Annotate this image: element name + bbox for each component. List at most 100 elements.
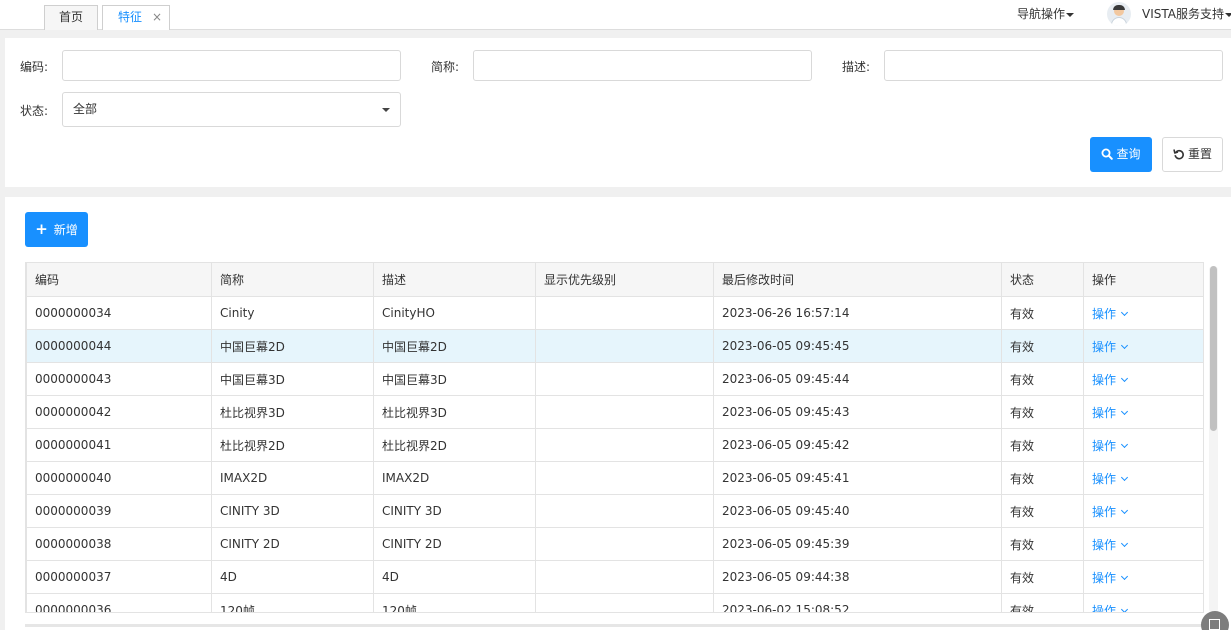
cell-modified: 2023-06-26 16:57:14 bbox=[713, 296, 1002, 330]
add-button[interactable]: + 新增 bbox=[25, 212, 88, 247]
desc-input[interactable] bbox=[884, 50, 1223, 81]
cell-desc: CinityHO bbox=[373, 296, 536, 330]
cell-desc: 120帧 bbox=[373, 593, 536, 612]
chevron-down-icon bbox=[1120, 473, 1129, 481]
row-actions-dropdown[interactable]: 操作 bbox=[1092, 307, 1129, 321]
row-actions-label: 操作 bbox=[1092, 405, 1117, 420]
query-button[interactable]: 查询 bbox=[1090, 137, 1152, 172]
row-actions-dropdown[interactable]: 操作 bbox=[1092, 373, 1129, 387]
row-actions-dropdown[interactable]: 操作 bbox=[1092, 340, 1129, 354]
cell-modified: 2023-06-05 09:45:40 bbox=[713, 494, 1002, 528]
cell-status: 有效 bbox=[1001, 329, 1084, 363]
vertical-scrollbar[interactable] bbox=[1209, 266, 1218, 613]
cell-status: 有效 bbox=[1001, 395, 1084, 429]
cell-actions: 操作 bbox=[1083, 527, 1203, 561]
column-header-modified[interactable]: 最后修改时间 bbox=[713, 262, 1002, 297]
table-row[interactable]: 0000000038 CINITY 2D CINITY 2D 2023-06-0… bbox=[26, 527, 1203, 561]
close-icon[interactable]: × bbox=[152, 6, 162, 29]
cell-priority bbox=[535, 461, 714, 495]
status-label: 状态: bbox=[20, 104, 49, 118]
row-actions-label: 操作 bbox=[1092, 537, 1117, 552]
cell-priority bbox=[535, 362, 714, 396]
cell-name: Cinity bbox=[211, 296, 374, 330]
add-button-label: 新增 bbox=[53, 223, 78, 237]
scrollbar-thumb[interactable] bbox=[1210, 266, 1217, 431]
table-row[interactable]: 0000000034 Cinity CinityHO 2023-06-26 16… bbox=[26, 296, 1203, 330]
cell-actions: 操作 bbox=[1083, 593, 1203, 612]
cell-code: 0000000043 bbox=[26, 362, 212, 396]
reset-button[interactable]: 重置 bbox=[1162, 137, 1223, 172]
row-actions-dropdown[interactable]: 操作 bbox=[1092, 570, 1129, 585]
cell-priority bbox=[535, 527, 714, 561]
row-actions-dropdown[interactable]: 操作 bbox=[1092, 471, 1129, 486]
name-input[interactable] bbox=[473, 50, 812, 81]
table-row[interactable]: 0000000040 IMAX2D IMAX2D 2023-06-05 09:4… bbox=[26, 461, 1203, 495]
row-actions-label: 操作 bbox=[1092, 570, 1117, 585]
horizontal-scrollbar[interactable] bbox=[25, 624, 1204, 627]
cell-priority bbox=[535, 593, 714, 612]
cell-priority bbox=[535, 428, 714, 462]
column-header-status[interactable]: 状态 bbox=[1001, 262, 1084, 297]
status-select[interactable]: 全部 bbox=[62, 92, 401, 127]
row-actions-label: 操作 bbox=[1092, 504, 1117, 519]
row-actions-label: 操作 bbox=[1092, 471, 1117, 486]
chevron-down-icon bbox=[1120, 341, 1129, 349]
row-actions-dropdown[interactable]: 操作 bbox=[1092, 504, 1129, 519]
cell-modified: 2023-06-05 09:45:41 bbox=[713, 461, 1002, 495]
cell-desc: CINITY 2D bbox=[373, 527, 536, 561]
chevron-down-icon bbox=[1120, 308, 1129, 316]
table-row[interactable]: 0000000041 杜比视界2D 杜比视界2D 2023-06-05 09:4… bbox=[26, 428, 1203, 462]
cell-actions: 操作 bbox=[1083, 494, 1203, 528]
cell-name: 4D bbox=[211, 560, 374, 594]
cell-status: 有效 bbox=[1001, 296, 1084, 330]
cell-code: 0000000044 bbox=[26, 329, 212, 363]
column-header-desc[interactable]: 描述 bbox=[373, 262, 536, 297]
tab-home[interactable]: 首页 bbox=[44, 5, 98, 30]
avatar[interactable] bbox=[1107, 2, 1131, 26]
code-input[interactable] bbox=[62, 50, 401, 81]
cell-desc: CINITY 3D bbox=[373, 494, 536, 528]
cell-code: 0000000036 bbox=[26, 593, 212, 612]
cell-modified: 2023-06-05 09:45:44 bbox=[713, 362, 1002, 396]
column-header-priority[interactable]: 显示优先级别 bbox=[535, 262, 714, 297]
cell-desc: 中国巨幕2D bbox=[373, 329, 536, 363]
cell-name: 杜比视界3D bbox=[211, 395, 374, 429]
cell-desc: IMAX2D bbox=[373, 461, 536, 495]
chevron-down-icon bbox=[1120, 605, 1129, 612]
row-actions-dropdown[interactable]: 操作 bbox=[1092, 604, 1129, 612]
cell-desc: 杜比视界2D bbox=[373, 428, 536, 462]
tab-home-label: 首页 bbox=[58, 10, 83, 24]
cell-actions: 操作 bbox=[1083, 461, 1203, 495]
cell-priority bbox=[535, 395, 714, 429]
top-bar: 首页 特征 × 导航操作 VISTA服务支持 bbox=[0, 0, 1231, 30]
nav-operations-menu[interactable]: 导航操作 bbox=[1017, 5, 1075, 22]
reset-button-label: 重置 bbox=[1187, 147, 1212, 161]
row-actions-dropdown[interactable]: 操作 bbox=[1092, 537, 1129, 552]
user-menu[interactable]: VISTA服务支持 bbox=[1142, 5, 1231, 22]
table-row[interactable]: 0000000042 杜比视界3D 杜比视界3D 2023-06-05 09:4… bbox=[26, 395, 1203, 429]
column-header-code[interactable]: 编码 bbox=[26, 262, 212, 297]
table-row[interactable]: 0000000044 中国巨幕2D 中国巨幕2D 2023-06-05 09:4… bbox=[26, 329, 1203, 363]
chevron-down-icon bbox=[1120, 374, 1129, 382]
cell-status: 有效 bbox=[1001, 461, 1084, 495]
column-header-name[interactable]: 简称 bbox=[211, 262, 374, 297]
cell-status: 有效 bbox=[1001, 560, 1084, 594]
row-actions-dropdown[interactable]: 操作 bbox=[1092, 438, 1129, 453]
cell-modified: 2023-06-02 15:08:52 bbox=[713, 593, 1002, 612]
table-header-row: 编码 简称 描述 显示优先级别 最后修改时间 状态 操作 bbox=[26, 262, 1203, 297]
table-row[interactable]: 0000000036 120帧 120帧 2023-06-02 15:08:52… bbox=[26, 593, 1203, 612]
cell-code: 0000000034 bbox=[26, 296, 212, 330]
cell-code: 0000000040 bbox=[26, 461, 212, 495]
cell-status: 有效 bbox=[1001, 362, 1084, 396]
table-row[interactable]: 0000000039 CINITY 3D CINITY 3D 2023-06-0… bbox=[26, 494, 1203, 528]
row-actions-label: 操作 bbox=[1092, 438, 1117, 453]
undo-icon bbox=[1173, 148, 1184, 159]
cell-name: 120帧 bbox=[211, 593, 374, 612]
cell-name: IMAX2D bbox=[211, 461, 374, 495]
table-row[interactable]: 0000000043 中国巨幕3D 中国巨幕3D 2023-06-05 09:4… bbox=[26, 362, 1203, 396]
table-row[interactable]: 0000000037 4D 4D 2023-06-05 09:44:38 有效 … bbox=[26, 560, 1203, 594]
row-actions-dropdown[interactable]: 操作 bbox=[1092, 405, 1129, 420]
tab-feature[interactable]: 特征 × bbox=[102, 5, 170, 30]
chevron-down-icon bbox=[1120, 506, 1129, 514]
cell-actions: 操作 bbox=[1083, 395, 1203, 429]
